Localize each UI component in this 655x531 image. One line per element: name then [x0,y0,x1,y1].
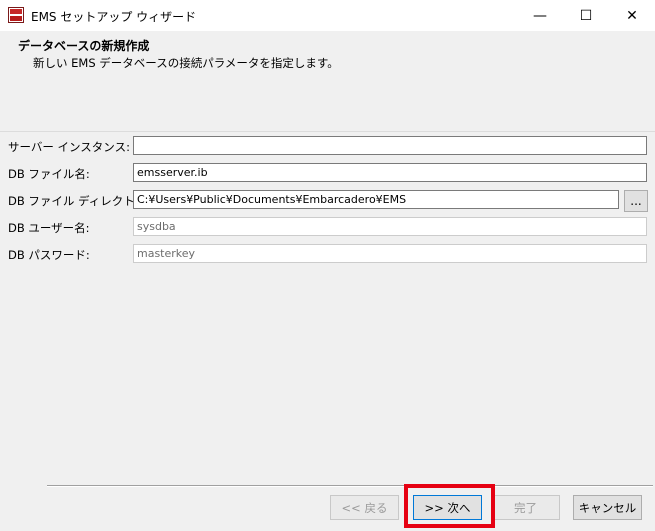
server-instance-input[interactable] [133,136,647,155]
ems-app-icon [8,7,24,23]
minimize-button[interactable]: — [517,0,563,31]
db-password-label: DB パスワード: [8,248,90,262]
db-user-input [133,217,647,236]
close-button[interactable]: ✕ [609,0,655,31]
finish-button: 完了 [491,495,560,520]
db-file-name-label: DB ファイル名: [8,167,90,181]
server-instance-label: サーバー インスタンス: [8,140,130,154]
back-button: << 戻る [330,495,399,520]
window-title: EMS セットアップ ウィザード [31,10,197,24]
cancel-button[interactable]: キャンセル [573,495,642,520]
db-user-label: DB ユーザー名: [8,221,90,235]
title-bar: EMS セットアップ ウィザード — ☐ ✕ [0,0,655,31]
next-button-highlight [404,484,495,528]
wizard-header: データベースの新規作成 新しい EMS データベースの接続パラメータを指定します… [0,31,655,132]
maximize-button[interactable]: ☐ [563,0,609,31]
db-file-name-input[interactable] [133,163,647,182]
page-description: 新しい EMS データベースの接続パラメータを指定します。 [33,56,339,70]
db-file-dir-label: DB ファイル ディレクトリ: [8,194,151,208]
browse-button[interactable]: ... [624,190,648,212]
db-file-dir-input[interactable] [133,190,619,209]
footer-divider [47,485,653,487]
page-title: データベースの新規作成 [18,39,150,53]
db-password-input [133,244,647,263]
